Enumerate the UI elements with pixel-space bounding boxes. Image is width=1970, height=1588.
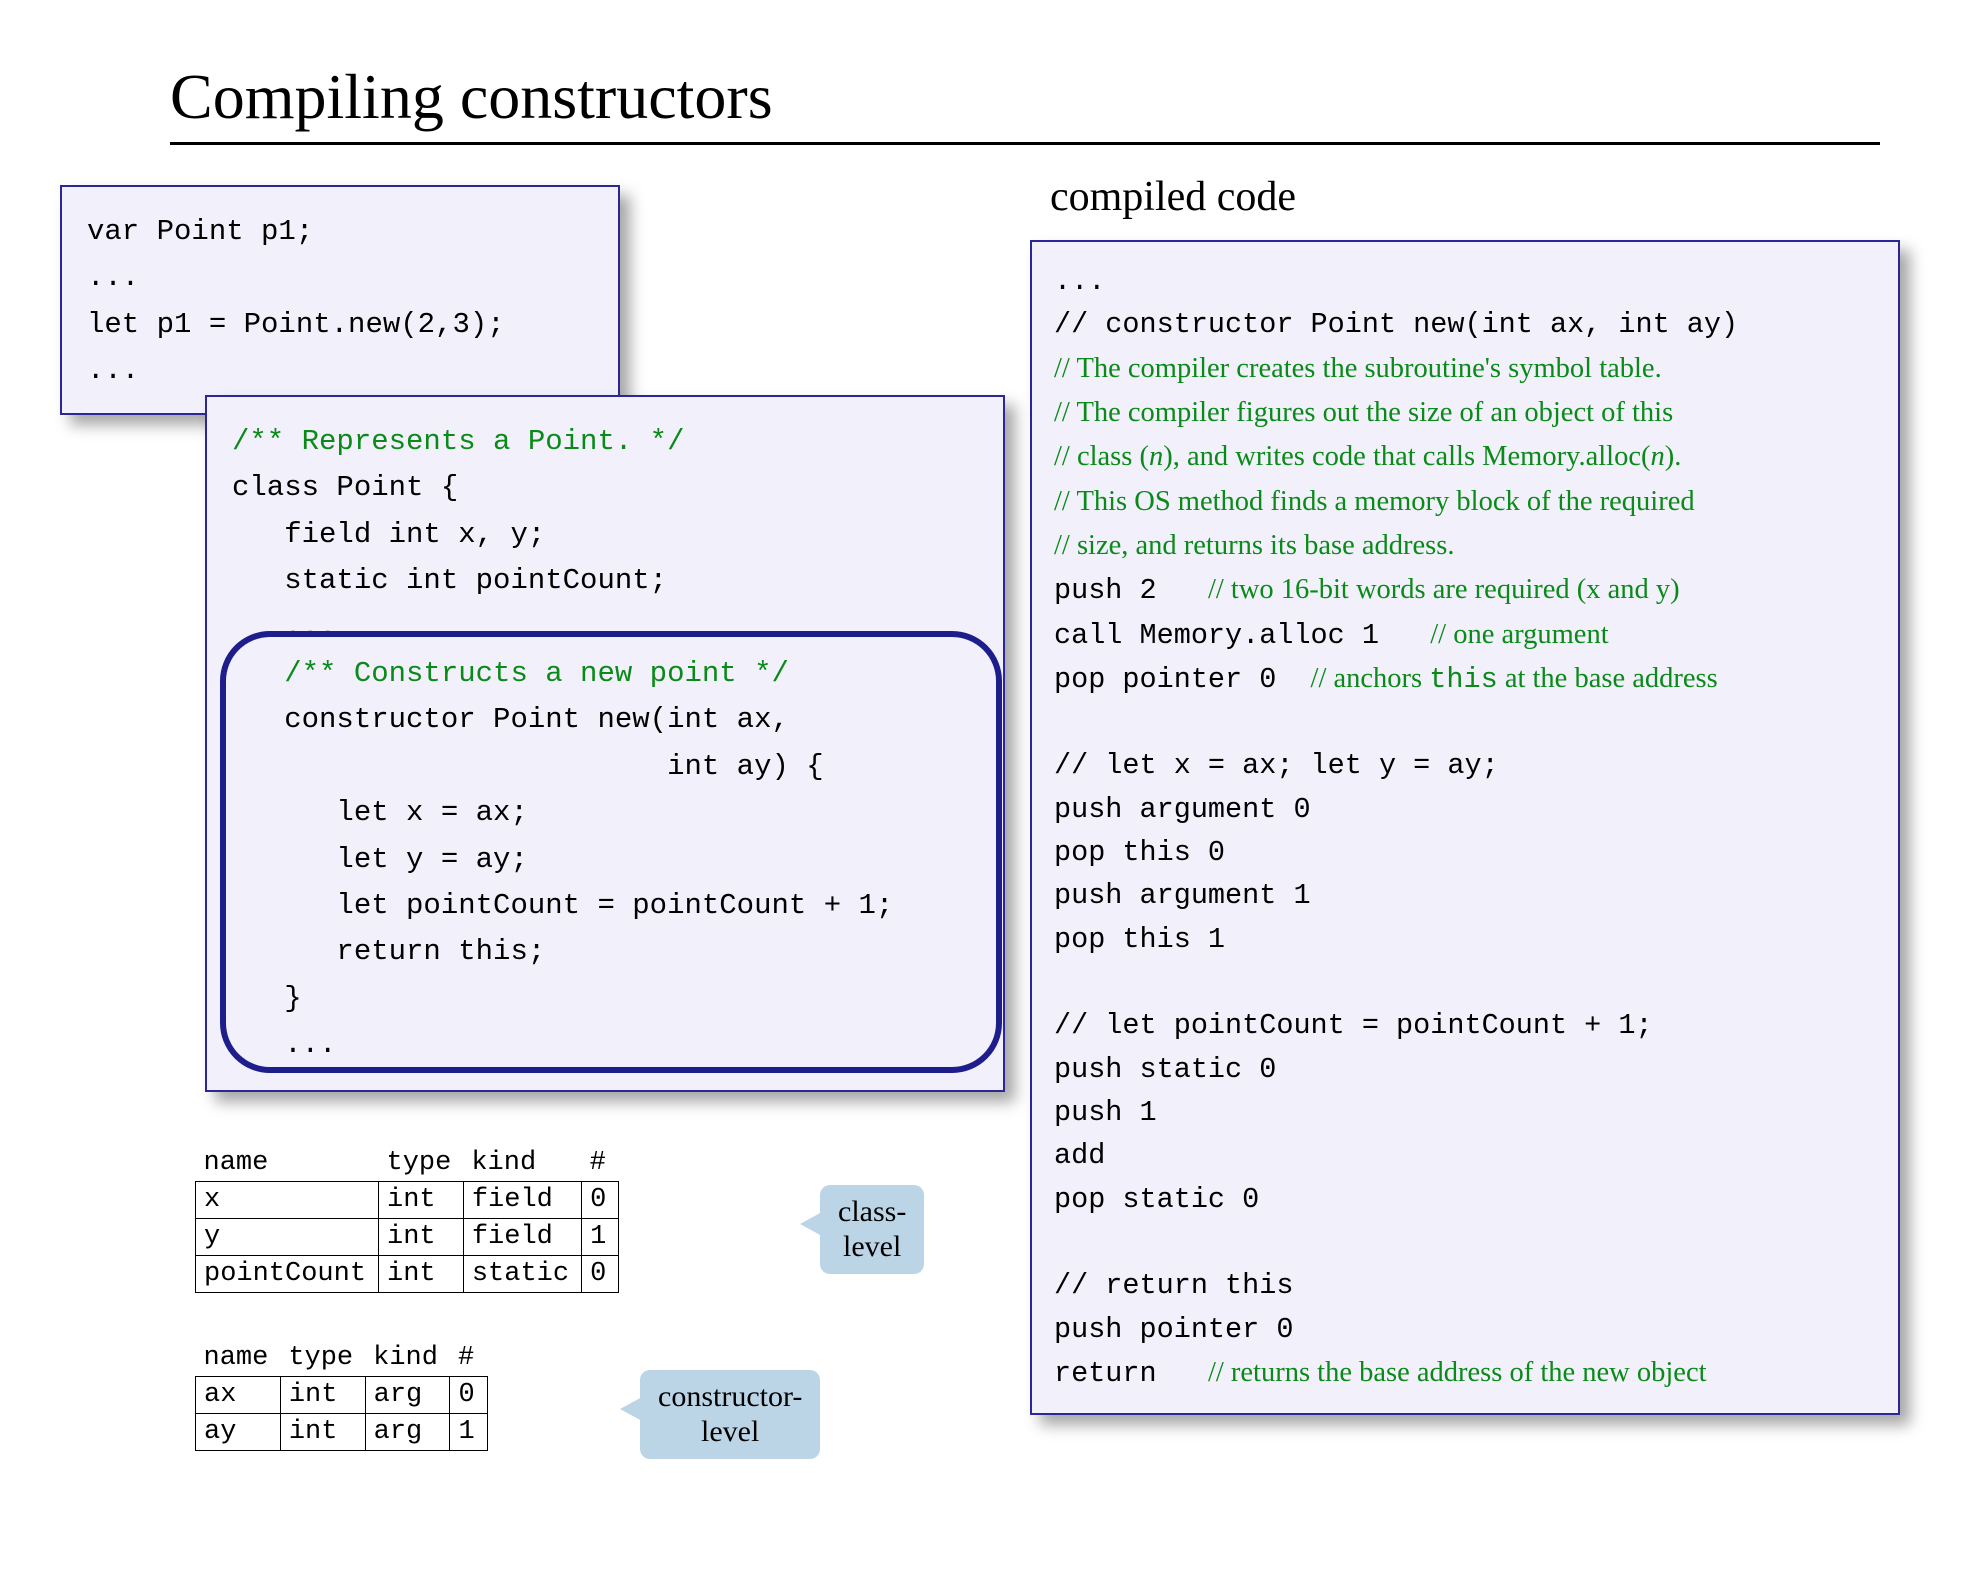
table-cell: arg xyxy=(365,1414,450,1451)
table-row: yintfield1 xyxy=(196,1219,619,1256)
table-cell: int xyxy=(379,1256,464,1293)
table-cell: int xyxy=(280,1377,365,1414)
page-title: Compiling constructors xyxy=(170,60,1890,134)
col-header: type xyxy=(379,1145,464,1182)
table-cell: field xyxy=(463,1182,581,1219)
table-cell: field xyxy=(463,1219,581,1256)
table-cell: static xyxy=(463,1256,581,1293)
table-row: ayintarg1 xyxy=(196,1414,488,1451)
compiled-code-heading: compiled code xyxy=(1050,173,1296,221)
title-rule xyxy=(170,142,1880,145)
usage-snippet-box: var Point p1; ... let p1 = Point.new(2,3… xyxy=(60,185,620,415)
compiled-code-box: ... // constructor Point new(int ax, int… xyxy=(1030,240,1900,1415)
col-header: name xyxy=(196,1145,379,1182)
table-row: xintfield0 xyxy=(196,1182,619,1219)
col-header: type xyxy=(280,1340,365,1377)
table-cell: ax xyxy=(196,1377,281,1414)
table-cell: 0 xyxy=(582,1182,619,1219)
constructor-level-callout: constructor-level xyxy=(640,1370,820,1459)
slide: Compiling constructors var Point p1; ...… xyxy=(0,0,1970,1588)
table-cell: int xyxy=(379,1182,464,1219)
table-cell: 1 xyxy=(582,1219,619,1256)
table-cell: ay xyxy=(196,1414,281,1451)
col-header: # xyxy=(450,1340,487,1377)
table-cell: 0 xyxy=(450,1377,487,1414)
class-source-box: /** Represents a Point. */ class Point {… xyxy=(205,395,1005,1092)
content-area: var Point p1; ... let p1 = Point.new(2,3… xyxy=(60,185,1890,1565)
table-cell: x xyxy=(196,1182,379,1219)
subroutine-symbol-table: nametypekind# axintarg0ayintarg1 xyxy=(195,1340,488,1451)
table-header-row: nametypekind# xyxy=(196,1340,488,1377)
table-cell: arg xyxy=(365,1377,450,1414)
class-source-code: /** Represents a Point. */ class Point {… xyxy=(232,419,978,1068)
table-cell: 1 xyxy=(450,1414,487,1451)
class-symbol-table: nametypekind# xintfield0yintfield1pointC… xyxy=(195,1145,619,1293)
table-cell: int xyxy=(280,1414,365,1451)
table-cell: y xyxy=(196,1219,379,1256)
table-cell: int xyxy=(379,1219,464,1256)
table-row: pointCountintstatic0 xyxy=(196,1256,619,1293)
usage-snippet-code: var Point p1; ... let p1 = Point.new(2,3… xyxy=(87,209,593,395)
table-cell: pointCount xyxy=(196,1256,379,1293)
class-level-callout: class-level xyxy=(820,1185,924,1274)
col-header: # xyxy=(582,1145,619,1182)
table-row: axintarg0 xyxy=(196,1377,488,1414)
table-header-row: nametypekind# xyxy=(196,1145,619,1182)
col-header: kind xyxy=(463,1145,581,1182)
compiled-code: ... // constructor Point new(int ax, int… xyxy=(1054,260,1876,1395)
col-header: name xyxy=(196,1340,281,1377)
table-cell: 0 xyxy=(582,1256,619,1293)
col-header: kind xyxy=(365,1340,450,1377)
